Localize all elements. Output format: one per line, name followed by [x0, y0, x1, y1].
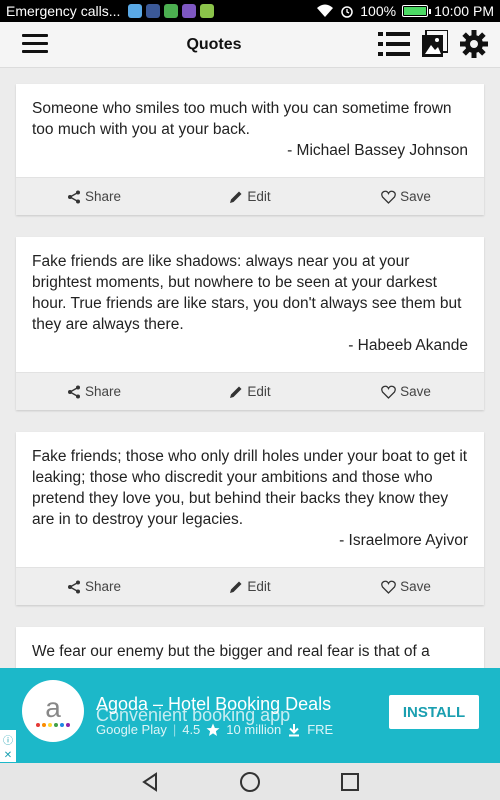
heart-icon [381, 385, 396, 399]
back-button[interactable] [137, 769, 163, 795]
share-label: Share [84, 384, 122, 399]
ad-banner[interactable]: a Agoda – Hotel Booking Deals Convenient… [0, 668, 500, 763]
status-bar: Emergency calls... 100% 10:00 PM [0, 0, 500, 22]
quote-card: We fear our enemy but the bigger and rea… [16, 627, 484, 668]
ad-meta: Google Play | 4.5 10 million FRE [96, 722, 334, 737]
quote-text: We fear our enemy but the bigger and rea… [32, 643, 430, 660]
list-icon[interactable] [378, 31, 410, 57]
gear-icon[interactable] [460, 30, 488, 58]
quote-text: Fake friends; those who only drill holes… [32, 448, 468, 528]
share-button[interactable]: Share [16, 189, 172, 204]
download-icon [289, 723, 300, 736]
share-button[interactable]: Share [16, 384, 172, 399]
pencil-icon [230, 386, 242, 398]
share-label: Share [84, 189, 122, 204]
share-label: Share [84, 579, 122, 594]
quote-card: Fake friends; those who only drill holes… [16, 432, 484, 605]
battery-percent: 100% [360, 3, 397, 19]
navigation-bar [0, 763, 500, 800]
star-icon [206, 723, 220, 736]
card-actions: Share Edit Save [16, 372, 484, 410]
back-icon [142, 771, 157, 792]
notification-icon [164, 4, 179, 18]
quote-list[interactable]: Someone who smiles too much with you can… [0, 68, 500, 668]
quote-card: Someone who smiles too much with you can… [16, 84, 484, 215]
save-button[interactable]: Save [328, 189, 484, 204]
save-label: Save [400, 384, 431, 399]
notification-icon [200, 4, 215, 18]
edit-button[interactable]: Edit [172, 189, 328, 204]
alarm-icon [341, 6, 353, 18]
heart-icon [381, 580, 396, 594]
save-button[interactable]: Save [328, 579, 484, 594]
info-icon: ⓘ [3, 735, 13, 747]
installs-count: 10 million [226, 722, 282, 737]
quote-text: Someone who smiles too much with you can… [32, 100, 452, 138]
edit-label: Edit [247, 579, 271, 594]
quote-author: - Michael Bassey Johnson [287, 142, 468, 159]
share-icon [67, 385, 80, 398]
battery-icon [402, 5, 432, 17]
notification-icon [182, 4, 197, 18]
edit-label: Edit [247, 384, 271, 399]
edit-button[interactable]: Edit [172, 579, 328, 594]
quote-card: Fake friends are like shadows: always ne… [16, 237, 484, 410]
home-button[interactable] [237, 769, 263, 795]
rating-value: 4.5 [182, 722, 201, 737]
wifi-icon [317, 4, 334, 17]
edit-button[interactable]: Edit [172, 384, 328, 399]
share-icon [67, 580, 80, 593]
price-label: FRE [307, 722, 334, 737]
facebook-icon [146, 4, 161, 18]
carrier-label: Emergency calls... [6, 3, 121, 19]
pencil-icon [230, 581, 242, 593]
recents-icon [341, 772, 359, 791]
quote-author: - Habeeb Akande [348, 337, 468, 354]
pencil-icon [230, 191, 242, 203]
share-button[interactable]: Share [16, 579, 172, 594]
notification-icon [128, 4, 143, 18]
share-icon [67, 190, 80, 203]
save-button[interactable]: Save [328, 384, 484, 399]
card-actions: Share Edit Save [16, 177, 484, 215]
ad-choices[interactable]: ⓘ ✕ [0, 730, 16, 762]
agoda-logo: a [22, 680, 84, 742]
home-icon [240, 771, 260, 792]
save-label: Save [400, 579, 431, 594]
quote-text: Fake friends are like shadows: always ne… [32, 253, 462, 333]
notification-icons [128, 4, 215, 18]
save-label: Save [400, 189, 431, 204]
heart-icon [381, 190, 396, 204]
card-actions: Share Edit Save [16, 567, 484, 605]
edit-label: Edit [247, 189, 271, 204]
store-label: Google Play [96, 722, 167, 737]
clock: 10:00 PM [434, 3, 494, 19]
close-icon: ✕ [3, 749, 13, 761]
gallery-icon[interactable] [422, 30, 448, 58]
app-bar: Quotes [0, 22, 500, 68]
recents-button[interactable] [337, 769, 363, 795]
page-title: Quotes [186, 35, 242, 53]
quote-author: - Israelmore Ayivor [339, 532, 468, 549]
install-button[interactable]: INSTALL [389, 695, 479, 729]
